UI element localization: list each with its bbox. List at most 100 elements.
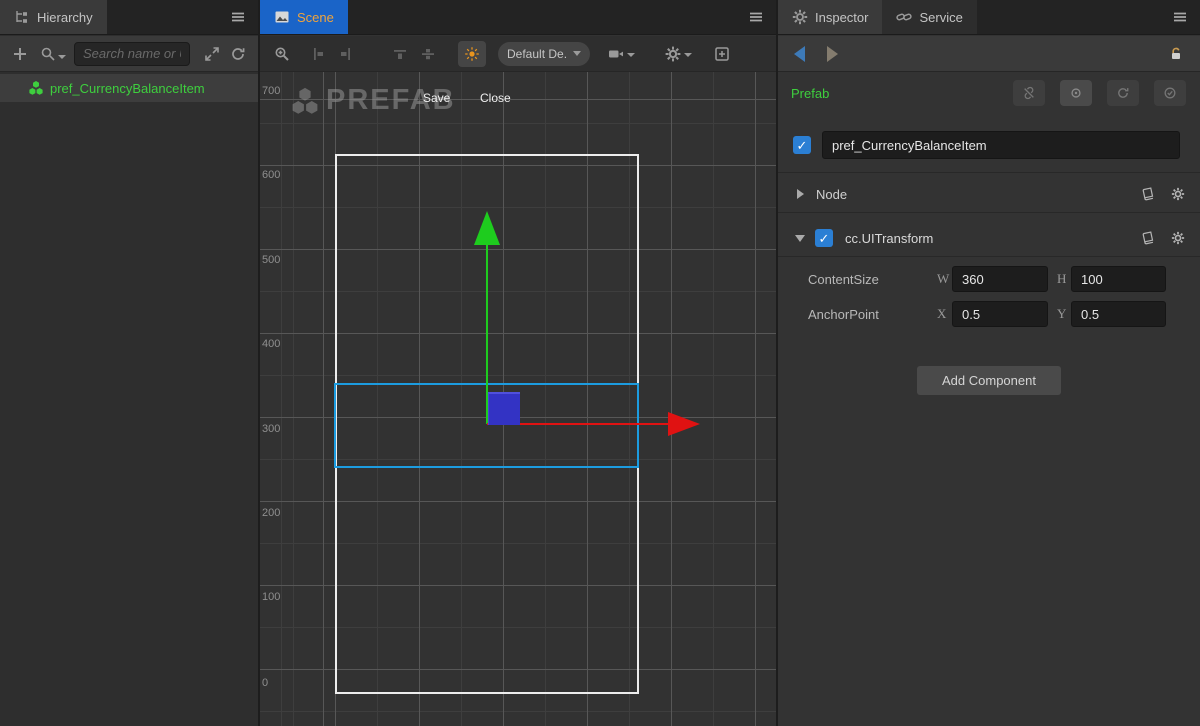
search-filter-caret-icon[interactable] bbox=[58, 55, 66, 59]
inspector-tabbar: Inspector Service bbox=[778, 0, 1200, 35]
scene-viewport[interactable]: 700 600 500 400 300 200 100 0 PREFAB Sav… bbox=[260, 72, 776, 726]
ruler-label-0: 0 bbox=[262, 677, 288, 689]
unlock-icon[interactable] bbox=[1168, 46, 1184, 62]
camera-preset-value: Default De... bbox=[507, 47, 567, 61]
align-top-icon[interactable] bbox=[392, 46, 408, 62]
uitransform-label: cc.UITransform bbox=[845, 231, 933, 246]
ruler-label-300: 300 bbox=[262, 423, 288, 435]
inspector-panel: Inspector Service Prefab bbox=[778, 0, 1200, 726]
prefab-label: Prefab bbox=[791, 86, 829, 101]
inspector-toolbar bbox=[778, 36, 1200, 72]
separator bbox=[778, 256, 1200, 257]
node-expand-icon[interactable] bbox=[797, 189, 804, 199]
hierarchy-tree-icon bbox=[14, 9, 30, 25]
prefab-header-row: Prefab bbox=[778, 78, 1200, 108]
ruler-label-500: 500 bbox=[262, 254, 288, 266]
uitransform-settings-gear-icon[interactable] bbox=[1170, 230, 1186, 246]
hierarchy-menu-icon[interactable] bbox=[218, 0, 258, 34]
anchor-point-y-input[interactable] bbox=[1071, 301, 1166, 327]
camera-caret-icon[interactable] bbox=[627, 53, 635, 57]
anchor-point-row: AnchorPoint X Y bbox=[778, 301, 1200, 327]
anchor-point-x-input[interactable] bbox=[952, 301, 1048, 327]
prefab-locate-button[interactable] bbox=[1060, 80, 1092, 106]
prefab-cubes-icon bbox=[28, 80, 44, 96]
node-name-row: ✓ bbox=[778, 131, 1200, 159]
nav-back-icon[interactable] bbox=[794, 46, 805, 62]
scene-toolbar: Default De... bbox=[260, 36, 776, 72]
node-section-label: Node bbox=[816, 187, 847, 202]
uitransform-docs-icon[interactable] bbox=[1140, 230, 1156, 246]
scene-tabbar-space bbox=[348, 0, 736, 34]
hierarchy-item-prefab-root[interactable]: pref_CurrencyBalanceItem bbox=[0, 74, 258, 102]
prefab-apply-button[interactable] bbox=[1154, 80, 1186, 106]
layout-grid-icon[interactable] bbox=[714, 46, 730, 62]
node-section-row[interactable]: Node bbox=[778, 178, 1200, 210]
content-size-w-prefix: W bbox=[937, 271, 949, 287]
expand-all-icon[interactable] bbox=[204, 46, 220, 62]
content-size-row: ContentSize W H bbox=[778, 266, 1200, 292]
prefab-reset-button[interactable] bbox=[1107, 80, 1139, 106]
separator bbox=[778, 172, 1200, 173]
node-docs-icon[interactable] bbox=[1140, 186, 1156, 202]
node-origin-cube[interactable] bbox=[488, 392, 520, 425]
align-center-icon[interactable] bbox=[420, 46, 436, 62]
scene-menu-icon[interactable] bbox=[736, 0, 776, 34]
tab-service-label: Service bbox=[919, 10, 962, 25]
camera-icon[interactable] bbox=[608, 46, 624, 62]
axis-x-arrowhead-icon[interactable] bbox=[668, 412, 700, 436]
scene-tabbar: Scene bbox=[260, 0, 776, 35]
prefab-unlink-button[interactable] bbox=[1013, 80, 1045, 106]
nav-forward-icon[interactable] bbox=[827, 46, 838, 62]
ruler-label-200: 200 bbox=[262, 507, 288, 519]
uitransform-section-row[interactable]: ✓ cc.UITransform bbox=[778, 222, 1200, 254]
align-right-icon[interactable] bbox=[338, 46, 354, 62]
hierarchy-item-label: pref_CurrencyBalanceItem bbox=[50, 81, 205, 96]
hierarchy-tabbar: Hierarchy bbox=[0, 0, 258, 35]
node-settings-gear-icon[interactable] bbox=[1170, 186, 1186, 202]
inspector-menu-icon[interactable] bbox=[1160, 0, 1200, 34]
inspector-gear-icon bbox=[792, 9, 808, 25]
scene-gear-caret-icon[interactable] bbox=[684, 53, 692, 57]
ruler-label-700: 700 bbox=[262, 85, 288, 97]
tab-hierarchy-label: Hierarchy bbox=[37, 10, 93, 25]
anchor-point-label: AnchorPoint bbox=[808, 307, 879, 322]
search-input[interactable] bbox=[74, 42, 190, 66]
tab-scene-label: Scene bbox=[297, 10, 334, 25]
prefab-watermark-cube-icon bbox=[290, 86, 320, 116]
prefab-close-button[interactable]: Close bbox=[480, 91, 511, 105]
scene-gear-icon[interactable] bbox=[665, 46, 681, 62]
ruler-label-600: 600 bbox=[262, 169, 288, 181]
uitransform-enabled-checkbox[interactable]: ✓ bbox=[815, 229, 833, 247]
ruler-label-100: 100 bbox=[262, 591, 288, 603]
uitransform-collapse-icon[interactable] bbox=[795, 235, 805, 242]
tab-hierarchy[interactable]: Hierarchy bbox=[0, 0, 107, 34]
camera-preset-caret-icon bbox=[573, 51, 581, 56]
content-size-w-input[interactable] bbox=[952, 266, 1048, 292]
create-node-icon[interactable] bbox=[12, 46, 28, 62]
service-link-icon bbox=[896, 9, 912, 25]
refresh-icon[interactable] bbox=[230, 46, 246, 62]
hierarchy-tabbar-space bbox=[107, 0, 218, 34]
tab-service[interactable]: Service bbox=[882, 0, 976, 34]
anchor-point-y-prefix: Y bbox=[1057, 306, 1066, 322]
scene-image-icon bbox=[274, 9, 290, 25]
ruler-label-400: 400 bbox=[262, 338, 288, 350]
separator bbox=[778, 212, 1200, 213]
node-active-checkbox[interactable]: ✓ bbox=[793, 136, 811, 154]
hierarchy-panel: Hierarchy pref_CurrencyBalan bbox=[0, 0, 258, 726]
camera-preset-dropdown[interactable]: Default De... bbox=[498, 42, 590, 66]
scene-panel: Scene bbox=[260, 0, 776, 726]
gizmo-light-button[interactable] bbox=[458, 41, 486, 67]
tab-inspector[interactable]: Inspector bbox=[778, 0, 882, 34]
search-filter-icon[interactable] bbox=[40, 46, 56, 62]
content-size-h-input[interactable] bbox=[1071, 266, 1166, 292]
prefab-save-button[interactable]: Save bbox=[423, 91, 450, 105]
align-left-icon[interactable] bbox=[310, 46, 326, 62]
tab-scene[interactable]: Scene bbox=[260, 0, 348, 34]
axis-y-arrowhead-icon[interactable] bbox=[474, 211, 500, 245]
add-component-button[interactable]: Add Component bbox=[917, 366, 1061, 395]
zoom-tool-icon[interactable] bbox=[274, 46, 290, 62]
tab-inspector-label: Inspector bbox=[815, 10, 868, 25]
node-name-input[interactable] bbox=[822, 131, 1180, 159]
content-size-label: ContentSize bbox=[808, 272, 879, 287]
